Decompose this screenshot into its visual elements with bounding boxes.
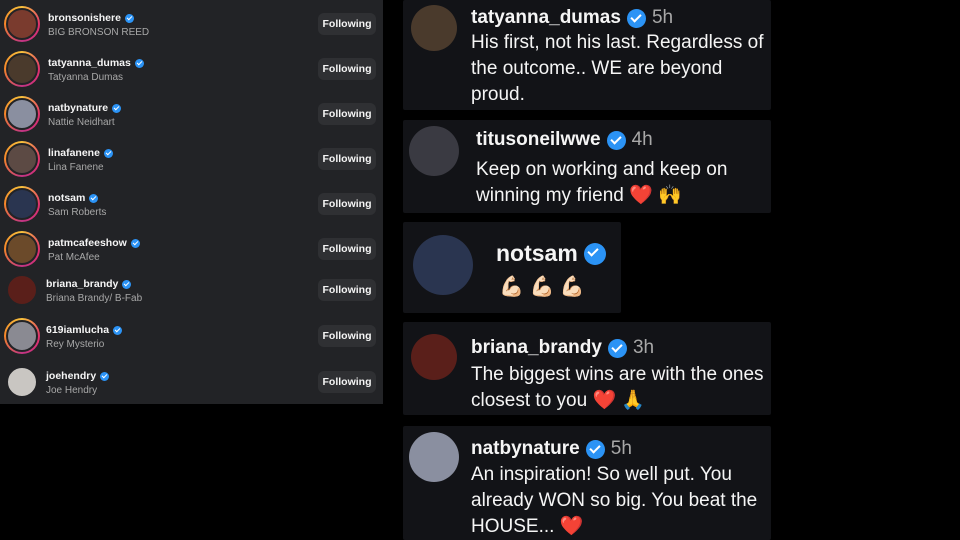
full-name: Tatyanna Dumas: [48, 72, 124, 83]
following-button[interactable]: Following: [318, 238, 376, 260]
username-link[interactable]: notsam: [48, 192, 99, 204]
avatar[interactable]: [411, 334, 457, 380]
verified-badge-icon: [100, 371, 110, 381]
verified-badge-icon: [583, 242, 606, 265]
verified-badge-icon: [606, 130, 626, 150]
comment-time: 5h: [610, 438, 632, 459]
comment-card: titusoneilwwe 4h Keep on working and kee…: [403, 120, 771, 213]
full-name: Pat McAfee: [48, 252, 100, 263]
comment-time: 3h: [632, 337, 655, 358]
full-name: Rey Mysterio: [46, 339, 105, 350]
username-link[interactable]: briana_brandy: [46, 278, 132, 290]
comment-username[interactable]: notsam: [496, 240, 578, 267]
following-row[interactable]: tatyanna_dumas Tatyanna Dumas Following: [0, 47, 383, 92]
verified-badge-icon: [113, 325, 123, 335]
comment-username[interactable]: natbynature: [471, 438, 580, 460]
comment-username[interactable]: titusoneilwwe: [476, 129, 601, 151]
following-row[interactable]: 619iamlucha Rey Mysterio Following: [0, 314, 383, 359]
verified-badge-icon: [122, 279, 132, 289]
avatar[interactable]: [4, 272, 40, 308]
verified-badge-icon: [130, 238, 140, 248]
comment-text: Keep on working and keep on winning my f…: [476, 159, 728, 206]
flex-emoji-icon: 💪🏻 💪🏻 💪🏻: [499, 276, 585, 298]
avatar[interactable]: [4, 51, 40, 87]
comment-text: An inspiration! So well put. You already…: [471, 464, 758, 537]
following-button[interactable]: Following: [318, 279, 376, 301]
avatar[interactable]: [409, 126, 459, 176]
username-link[interactable]: natbynature: [48, 102, 122, 114]
following-button[interactable]: Following: [318, 58, 376, 80]
following-button[interactable]: Following: [318, 371, 376, 393]
avatar[interactable]: [413, 235, 473, 295]
comment-username[interactable]: briana_brandy: [471, 337, 602, 359]
username-link[interactable]: tatyanna_dumas: [48, 57, 144, 69]
following-row[interactable]: joehendry Joe Hendry Following: [0, 360, 383, 405]
full-name: BIG BRONSON REED: [48, 27, 150, 38]
following-button[interactable]: Following: [318, 103, 376, 125]
comment-card: notsam 💪🏻 💪🏻 💪🏻: [403, 222, 621, 313]
avatar[interactable]: [409, 432, 459, 482]
heart-emoji-icon: ❤️: [559, 516, 584, 537]
comment-time: 4h: [631, 129, 653, 150]
username-link[interactable]: bronsonishere: [48, 12, 134, 24]
comment-card: natbynature 5h An inspiration! So well p…: [403, 426, 771, 540]
following-row[interactable]: briana_brandy Briana Brandy/ B-Fab Follo…: [0, 268, 383, 313]
following-row[interactable]: bronsonishere BIG BRONSON REED Following: [0, 2, 383, 47]
username-link[interactable]: joehendry: [46, 370, 110, 382]
verified-badge-icon: [134, 58, 144, 68]
following-button[interactable]: Following: [318, 13, 376, 35]
full-name: Briana Brandy/ B-Fab: [46, 293, 143, 304]
avatar[interactable]: [4, 231, 40, 267]
comment-text: His first, not his last. Regardless of t…: [471, 32, 764, 105]
avatar[interactable]: [4, 318, 40, 354]
verified-badge-icon: [626, 8, 646, 28]
following-row[interactable]: patmcafeeshow Pat McAfee Following: [0, 227, 383, 272]
heart-emoji-icon: ❤️ 🙌: [629, 185, 682, 206]
avatar[interactable]: [4, 6, 40, 42]
heart-emoji-icon: ❤️ 🙏: [592, 390, 646, 411]
full-name: Lina Fanene: [48, 162, 104, 173]
verified-badge-icon: [103, 148, 113, 158]
following-button[interactable]: Following: [318, 193, 376, 215]
following-button[interactable]: Following: [318, 325, 376, 347]
avatar[interactable]: [4, 141, 40, 177]
full-name: Nattie Neidhart: [48, 117, 115, 128]
avatar[interactable]: [4, 186, 40, 222]
following-button[interactable]: Following: [318, 148, 376, 170]
verified-badge-icon: [585, 439, 605, 459]
comment-username[interactable]: tatyanna_dumas: [471, 7, 621, 29]
username-link[interactable]: patmcafeeshow: [48, 237, 140, 249]
avatar[interactable]: [411, 5, 457, 51]
verified-badge-icon: [607, 338, 627, 358]
username-link[interactable]: linafanene: [48, 147, 113, 159]
following-row[interactable]: linafanene Lina Fanene Following: [0, 137, 383, 182]
comment-time: 5h: [651, 7, 674, 28]
comment-card: briana_brandy 3h The biggest wins are wi…: [403, 322, 771, 415]
full-name: Sam Roberts: [48, 207, 107, 218]
full-name: Joe Hendry: [46, 385, 98, 396]
verified-badge-icon: [124, 13, 134, 23]
comment-text: The biggest wins are with the ones close…: [471, 364, 764, 411]
verified-badge-icon: [112, 103, 122, 113]
avatar[interactable]: [4, 96, 40, 132]
following-list-panel: bronsonishere BIG BRONSON REED Following…: [0, 0, 383, 404]
following-row[interactable]: natbynature Nattie Neidhart Following: [0, 92, 383, 137]
verified-badge-icon: [89, 193, 99, 203]
avatar[interactable]: [4, 364, 40, 400]
following-row[interactable]: notsam Sam Roberts Following: [0, 182, 383, 227]
comment-card: tatyanna_dumas 5h His first, not his las…: [403, 0, 771, 110]
username-link[interactable]: 619iamlucha: [46, 324, 123, 336]
